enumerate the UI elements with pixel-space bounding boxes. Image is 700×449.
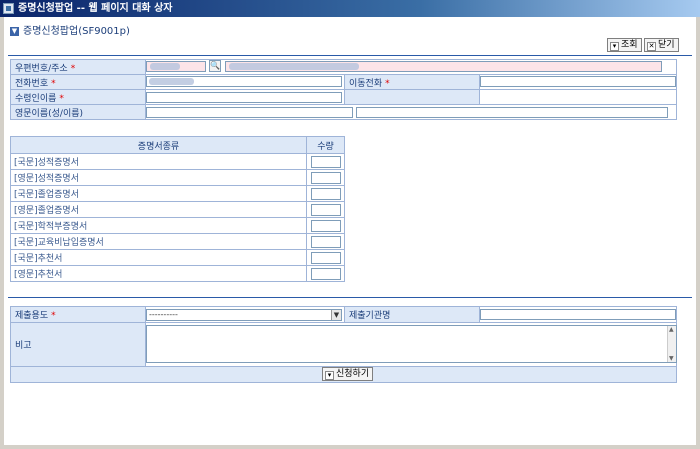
mobile-label: 이동전화 * [344, 74, 480, 90]
english-surname-input[interactable] [146, 107, 353, 118]
english-given-name-input[interactable] [356, 107, 668, 118]
search-icon: ▾ [610, 42, 619, 51]
page-title: 증명신청팝업(SF9001p) [23, 26, 130, 37]
table-row: [영문]추천서 [9, 265, 345, 282]
scroll-up-icon[interactable]: ▲ [669, 326, 674, 333]
page-heading: ▼ 증명신청팝업(SF9001p) [10, 26, 130, 38]
mobile-input[interactable] [480, 76, 676, 87]
purpose-label: 제출용도 * [10, 306, 146, 323]
quantity-input[interactable] [310, 267, 341, 280]
certificate-table: 증명서종류 수량 [국문]성적증명서 [영문]성적증명서 [국문]졸업증명서 [… [9, 136, 345, 282]
table-row: [영문]성적증명서 [9, 169, 345, 186]
recipient-input[interactable] [146, 92, 342, 103]
search-button[interactable]: ▾ 조회 [607, 38, 642, 52]
remarks-scrollbar[interactable]: ▲ ▼ [667, 326, 676, 362]
cert-type-header: 증명서종류 [9, 136, 308, 154]
header-divider [8, 55, 692, 56]
table-row: [국문]졸업증명서 [9, 185, 345, 202]
window-title: 증명신청팝업 -- 웹 페이지 대화 상자 [18, 3, 173, 14]
phone-label: 전화번호 * [10, 74, 146, 90]
quantity-input[interactable] [310, 219, 341, 232]
phone-redacted [149, 78, 194, 85]
zipcode-search-button[interactable]: 🔍 [209, 60, 221, 72]
chevron-down-icon[interactable]: ▼ [331, 310, 341, 320]
scroll-down-icon[interactable]: ▼ [669, 355, 674, 362]
quantity-input[interactable] [310, 251, 341, 264]
quantity-input[interactable] [310, 171, 341, 184]
section-divider [8, 297, 692, 298]
table-row: [국문]교육비납입증명서 [9, 233, 345, 250]
cert-qty-header: 수량 [306, 136, 345, 154]
zip-address-label: 우편번호/주소 * [10, 59, 146, 75]
table-row: [영문]졸업증명서 [9, 201, 345, 218]
close-icon: ✕ [647, 42, 656, 51]
institution-label: 제출기관명 [344, 306, 480, 323]
purpose-select[interactable]: ---------- ▼ [146, 309, 342, 321]
app-icon [3, 3, 14, 14]
address-redacted [229, 63, 359, 70]
remarks-label: 비고 [10, 322, 146, 367]
zipcode-redacted [150, 63, 180, 70]
recipient-label: 수령인이름 * [10, 89, 146, 105]
apply-button[interactable]: ▾ 신청하기 [322, 367, 374, 381]
table-row: [국문]학적부증명서 [9, 217, 345, 234]
quantity-input[interactable] [310, 155, 341, 168]
quantity-input[interactable] [310, 235, 341, 248]
collapse-triangle-icon[interactable]: ▼ [10, 26, 19, 36]
institution-input[interactable] [480, 309, 676, 320]
search-icon: 🔍 [210, 61, 220, 70]
apply-icon: ▾ [325, 371, 334, 380]
remarks-textarea[interactable]: ▲ ▼ [146, 325, 677, 363]
quantity-input[interactable] [310, 203, 341, 216]
quantity-input[interactable] [310, 187, 341, 200]
english-name-label: 영문이름(성/이름) [10, 104, 146, 120]
close-button[interactable]: ✕ 닫기 [644, 38, 679, 52]
window-titlebar: 증명신청팝업 -- 웹 페이지 대화 상자 [0, 0, 700, 17]
table-row: [국문]성적증명서 [9, 153, 345, 170]
table-row: [국문]추천서 [9, 249, 345, 266]
